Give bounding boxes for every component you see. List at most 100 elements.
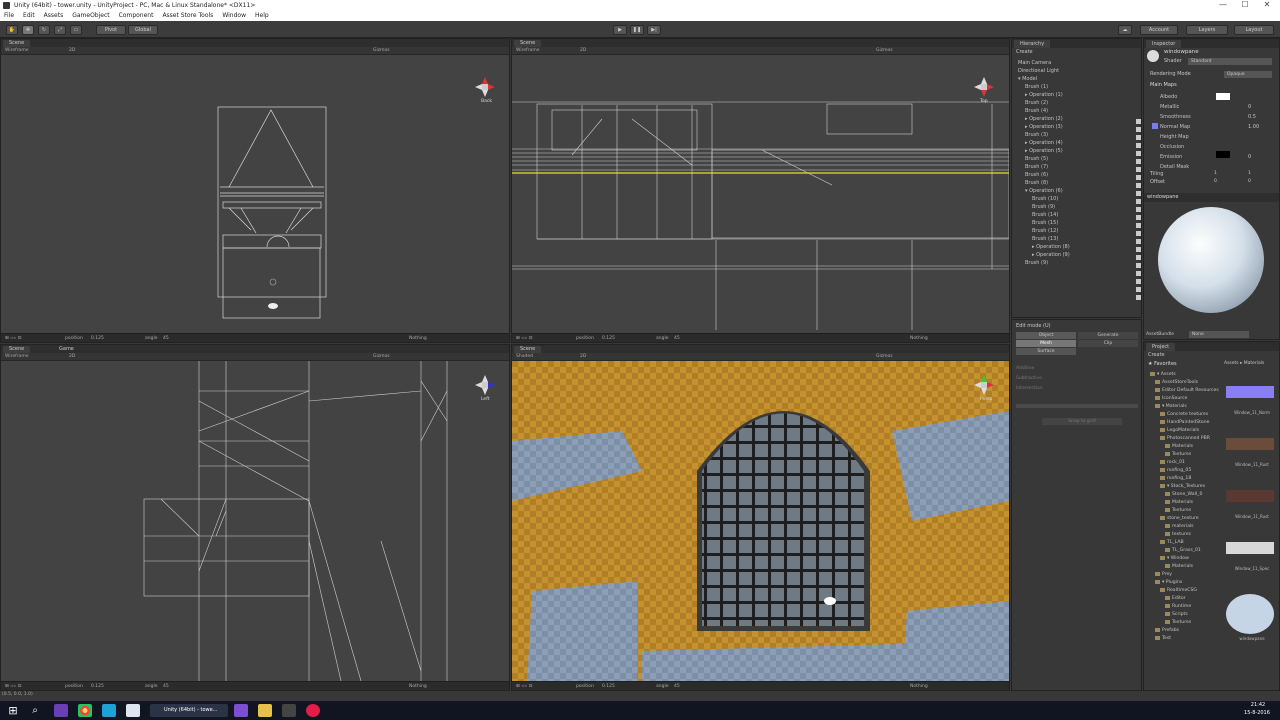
hierarchy-item[interactable]: Brush (3) — [1025, 131, 1048, 139]
hierarchy-item[interactable]: ▸ Operation (9) — [1032, 251, 1070, 259]
step-button[interactable]: ▶| — [647, 25, 661, 35]
orientation-gizmo[interactable]: Left — [473, 373, 497, 402]
clock-time[interactable]: 21:42 — [1238, 702, 1278, 708]
menu-asset-store-tools[interactable]: Asset Store Tools — [158, 11, 218, 21]
material-property-value[interactable]: 1.00 — [1248, 123, 1259, 131]
project-folder[interactable]: roofing_05 — [1160, 467, 1191, 475]
project-folder[interactable]: Test — [1155, 635, 1171, 643]
rotate-tool-button[interactable]: ↻ — [38, 25, 50, 35]
asset-label[interactable]: Window_11_Rust — [1226, 462, 1278, 467]
2d-toggle[interactable]: 2D — [580, 47, 586, 55]
surface-tab[interactable]: Surface — [1016, 348, 1076, 355]
menu-help[interactable]: Help — [251, 11, 274, 21]
project-folder[interactable]: ▾ Assets — [1150, 371, 1176, 379]
skype-icon[interactable] — [102, 704, 116, 717]
project-folder[interactable]: ▾ Plugins — [1155, 579, 1182, 587]
project-folder[interactable]: Prefabs — [1155, 627, 1179, 635]
tab-inspector[interactable]: Inspector — [1146, 40, 1182, 48]
menu-component[interactable]: Component — [115, 11, 159, 21]
hierarchy-item[interactable]: Main Camera — [1018, 59, 1051, 67]
gizmos-dropdown[interactable]: Gizmos — [373, 353, 390, 361]
project-folder[interactable]: Prey — [1155, 571, 1172, 579]
project-folder[interactable]: Scripts — [1165, 611, 1188, 619]
hierarchy-item[interactable]: Brush (1) — [1025, 83, 1048, 91]
hierarchy-item[interactable]: Brush (8) — [1025, 179, 1048, 187]
menu-gameobject[interactable]: GameObject — [68, 11, 114, 21]
project-folder[interactable]: textures — [1165, 531, 1191, 539]
grid-slider[interactable] — [1016, 404, 1138, 408]
project-folder[interactable]: materials — [1165, 523, 1194, 531]
file-explorer-icon[interactable] — [258, 704, 272, 717]
asset-label[interactable]: Window_11_Norm — [1226, 410, 1278, 415]
project-folder[interactable]: Editor Default Resources — [1155, 387, 1219, 395]
intersection-option[interactable]: Intersection — [1016, 386, 1043, 391]
gizmos-dropdown[interactable]: Gizmos — [876, 47, 893, 55]
hierarchy-item[interactable]: Brush (13) — [1032, 235, 1058, 243]
vs-taskbar-icon[interactable] — [234, 704, 248, 717]
asset-label[interactable]: Window_11_Rust — [1226, 514, 1278, 519]
project-folder[interactable]: Concrete textures — [1160, 411, 1208, 419]
project-folder[interactable]: rock_01 — [1160, 459, 1185, 467]
additive-option[interactable]: Additive — [1016, 366, 1034, 371]
project-folder[interactable]: roofing_18 — [1160, 475, 1191, 483]
hierarchy-item[interactable]: Brush (2) — [1025, 99, 1048, 107]
project-folder[interactable]: Materials — [1165, 443, 1193, 451]
object-tab[interactable]: Object — [1016, 332, 1076, 339]
mesh-tab[interactable]: Mesh — [1016, 340, 1076, 347]
project-create-dropdown[interactable]: Create — [1148, 352, 1165, 358]
hierarchy-item[interactable]: Brush (9) — [1025, 259, 1048, 267]
material-property-value[interactable]: 0 — [1248, 103, 1251, 111]
normal-map-thumb[interactable] — [1152, 123, 1158, 129]
menu-window[interactable]: Window — [218, 11, 251, 21]
assetbundle-dropdown[interactable]: None — [1189, 331, 1249, 338]
snap-to-grid-button[interactable]: Snap to grid — [1042, 418, 1122, 425]
play-button[interactable]: ▶ — [613, 25, 627, 35]
material-property-value[interactable]: 0 — [1248, 153, 1251, 161]
create-dropdown[interactable]: Create — [1016, 49, 1033, 55]
hierarchy-item[interactable]: Brush (7) — [1025, 163, 1048, 171]
visual-studio-icon[interactable] — [54, 704, 68, 717]
project-folder[interactable]: Runtime — [1165, 603, 1191, 611]
hierarchy-item[interactable]: Directional Light — [1018, 67, 1059, 75]
tab-hierarchy[interactable]: Hierarchy — [1014, 40, 1051, 48]
tiling-y[interactable]: 1 — [1248, 171, 1251, 176]
unity-hub-icon[interactable] — [282, 704, 296, 717]
hierarchy-item[interactable]: Brush (6) — [1025, 171, 1048, 179]
project-folder[interactable]: TL_Grass_01 — [1165, 547, 1201, 555]
project-folder[interactable]: HandPaintedStone — [1160, 419, 1209, 427]
subtractive-option[interactable]: Subtractive — [1016, 376, 1042, 381]
tab-scene[interactable]: Scene — [514, 346, 542, 353]
project-folder[interactable]: ▾ Stock_Textures — [1160, 483, 1205, 491]
project-folder[interactable]: stone_texture — [1160, 515, 1199, 523]
hierarchy-item[interactable]: Brush (10) — [1032, 195, 1058, 203]
asset-thumbnail[interactable] — [1226, 386, 1274, 398]
hierarchy-item[interactable]: ▸ Operation (5) — [1025, 147, 1063, 155]
project-folder[interactable]: Editor — [1165, 595, 1186, 603]
rect-tool-button[interactable]: ▭ — [70, 25, 82, 35]
draw-mode-dropdown[interactable]: Shaded — [516, 353, 533, 361]
orientation-gizmo[interactable]: Back — [473, 75, 497, 104]
project-folder[interactable]: RealtimeCSG — [1160, 587, 1197, 595]
hierarchy-item[interactable]: Brush (14) — [1032, 211, 1058, 219]
hierarchy-item[interactable]: ▾ Model — [1018, 75, 1037, 83]
asset-label[interactable]: windowpane — [1226, 636, 1278, 641]
hand-tool-button[interactable]: ✋ — [6, 25, 18, 35]
maximize-button[interactable]: ☐ — [1234, 0, 1256, 11]
scene-view-persp[interactable]: Scene Shaded 2D Gizmos Persp ⊞ ◃ ▹ ⊡ pos… — [511, 344, 1010, 691]
draw-mode-dropdown[interactable]: Wireframe — [5, 47, 28, 55]
albedo-color-swatch[interactable] — [1216, 93, 1230, 100]
start-button[interactable]: ⊞ — [6, 704, 20, 717]
orientation-gizmo[interactable]: Top — [972, 75, 996, 104]
project-folder[interactable]: Photoscanned PBR — [1160, 435, 1210, 443]
scale-tool-button[interactable]: ⤢ — [54, 25, 66, 35]
gizmos-dropdown[interactable]: Gizmos — [373, 47, 390, 55]
asset-label[interactable]: Window_11_Spec — [1226, 566, 1278, 571]
pause-button[interactable]: ❚❚ — [630, 25, 644, 35]
pivot-toggle[interactable]: Pivot — [96, 25, 126, 35]
chrome-icon[interactable] — [78, 704, 92, 717]
project-folder[interactable]: ▾ Window — [1160, 555, 1189, 563]
scene-view-back[interactable]: Scene Wireframe 2D Gizmos Back ⊞ ◃ ▹ ⊡ p… — [0, 38, 510, 343]
unity-taskbar-button[interactable]: Unity (64bit) - towe... — [150, 704, 228, 717]
hierarchy-item[interactable]: ▸ Operation (1) — [1025, 91, 1063, 99]
menu-edit[interactable]: Edit — [19, 11, 40, 21]
